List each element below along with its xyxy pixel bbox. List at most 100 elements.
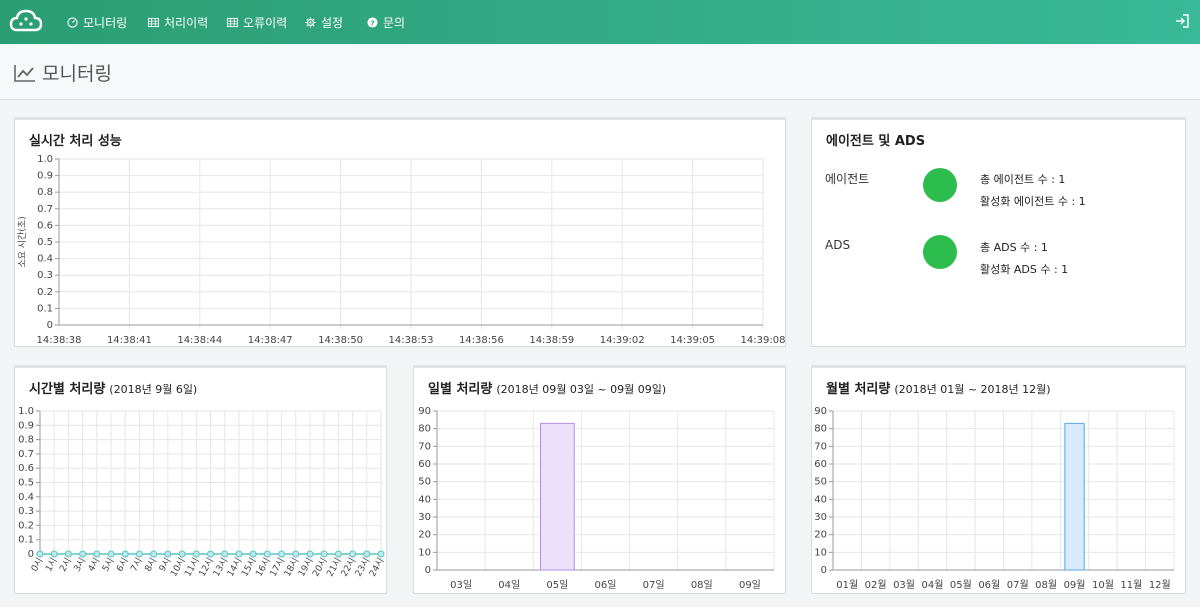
x-tick-label: 06일: [595, 579, 617, 591]
cloud-logo-icon[interactable]: [9, 5, 43, 39]
x-tick-label: 6시: [114, 556, 131, 574]
x-tick-label: 5시: [100, 556, 117, 574]
question-icon: ?: [367, 16, 378, 28]
data-point: [249, 550, 257, 558]
y-tick-label: 0.6: [37, 220, 53, 231]
y-tick-label: 0.2: [37, 287, 53, 298]
x-tick-label: 14:38:41: [107, 335, 152, 346]
daily-panel: 일별 처리량 (2018년 09월 03일 ~ 09월 09일) 0 10 20 30 4…: [413, 365, 786, 594]
agents-title: 에이전트 및 ADS: [826, 134, 926, 149]
y-tick-label: 60: [418, 459, 431, 470]
data-point: [306, 550, 314, 558]
data-point: [263, 550, 271, 558]
y-tick-label: 0: [425, 565, 431, 576]
x-tick-label: 3시: [72, 556, 89, 574]
data-point: [64, 550, 72, 558]
agent-status-indicator: [923, 168, 957, 202]
x-tick-label: 8시: [143, 556, 160, 574]
nav-history-label: 처리이력: [164, 15, 209, 30]
y-tick-label: 0.5: [18, 478, 34, 489]
y-tick-label: 0.1: [18, 535, 34, 546]
realtime-panel: 실시간 처리 성능 0 0.1 0.2 0.3 0.4 0.5 0.6 0.7 0.8 0.9 1.…: [14, 117, 786, 347]
x-tick-label: 04일: [498, 579, 520, 591]
x-tick-label: 14:38:44: [177, 335, 222, 346]
x-tick-label: 03월: [893, 579, 915, 591]
x-tick-label: 01월: [836, 579, 858, 591]
y-tick-label: 0.8: [37, 187, 53, 198]
y-tick-label: 0.9: [37, 171, 53, 182]
y-tick-label: 70: [814, 441, 827, 452]
data-point: [207, 550, 214, 558]
x-tick-label: 05월: [950, 579, 972, 591]
y-tick-label: 0.1: [37, 303, 53, 314]
nav-errors[interactable]: 오류이력: [227, 0, 287, 44]
data-point: [107, 550, 115, 558]
x-tick-label: 24시: [367, 556, 386, 579]
data-point: [93, 550, 101, 558]
x-tick-label: 14:39:05: [670, 335, 715, 346]
x-tick-label: 10월: [1092, 579, 1114, 591]
page-header: [0, 44, 1200, 100]
y-tick-label: 70: [418, 441, 431, 452]
y-tick-label: 90: [418, 406, 431, 417]
y-tick-label: 0.6: [18, 463, 34, 474]
x-tick-label: 14:38:59: [529, 335, 574, 346]
table-icon: [227, 17, 238, 27]
x-tick-label: 11월: [1120, 579, 1142, 591]
bar: [540, 422, 575, 571]
y-tick-label: 40: [418, 494, 431, 505]
nav-monitoring[interactable]: 모니터링: [67, 0, 127, 44]
svg-text:?: ?: [370, 18, 374, 27]
data-point: [50, 550, 58, 558]
data-point: [292, 550, 300, 558]
daily-chart: 0 10 20 30 40 50 60 70 80 90 03일 04일 05일 06일 07일 08일 09일: [418, 406, 775, 591]
y-tick-label: 0.7: [37, 204, 53, 215]
y-tick-label: 50: [418, 477, 431, 488]
y-axis-title: 소요 시간(초): [17, 216, 28, 267]
data-point: [192, 550, 200, 558]
x-tick-label: 09월: [1064, 579, 1086, 591]
ads-row-label: ADS: [825, 238, 851, 252]
sign-out-icon[interactable]: [1174, 13, 1190, 29]
nav-history[interactable]: 처리이력: [148, 0, 208, 44]
realtime-chart: 0 0.1 0.2 0.3 0.4 0.5 0.6 0.7 0.8 0.9 1.0 14:38:38 1…: [17, 154, 785, 346]
hourly-panel: 시간별 처리량 (2018년 9월 6일) 0 0.1 0.2 0.3 0.4 0.5 0.6…: [14, 365, 387, 594]
gear-icon: [305, 16, 316, 28]
y-tick-label: 80: [814, 424, 827, 435]
x-tick-label: 14:38:50: [318, 335, 363, 346]
y-tick-label: 0: [821, 565, 827, 576]
data-point: [178, 550, 186, 558]
y-tick-label: 20: [814, 530, 827, 541]
nav-errors-label: 오류이력: [243, 15, 288, 30]
y-tick-label: 0.8: [18, 435, 34, 446]
nav-inquiry[interactable]: ? 문의: [367, 0, 405, 44]
y-tick-label: 0.7: [18, 449, 34, 460]
top-navbar: 모니터링 처리이력 오류이력 설정 ? 문의: [0, 0, 1200, 44]
x-tick-label: 14:38:38: [37, 335, 82, 346]
x-tick-label: 4시: [86, 556, 103, 574]
agent-row-label: 에이전트: [825, 172, 870, 186]
data-point: [278, 550, 286, 558]
monthly-chart: 0 10 20 30 40 50 60 70 80 90 01월 02월 03월 04월 05월 06월 07월…: [814, 406, 1175, 591]
data-point: [150, 550, 158, 558]
nav-settings-label: 설정: [321, 15, 344, 30]
x-tick-label: 14:38:53: [389, 335, 434, 346]
y-tick-label: 0: [47, 320, 53, 331]
data-point: [235, 550, 243, 558]
y-tick-label: 0.2: [18, 520, 34, 531]
ads-total-count: 총 ADS 수 : 1: [980, 241, 1048, 254]
agent-total-count: 총 에이전트 수 : 1: [980, 173, 1066, 186]
y-tick-label: 0: [28, 549, 34, 560]
y-tick-label: 20: [418, 530, 431, 541]
data-point: [36, 550, 44, 558]
data-point: [79, 550, 87, 558]
ads-status-indicator: [923, 235, 957, 269]
nav-settings[interactable]: 설정: [305, 0, 343, 44]
x-tick-label: 08일: [691, 579, 713, 591]
x-tick-label: 05일: [546, 579, 568, 591]
x-tick-label: 14:38:47: [248, 335, 293, 346]
y-tick-label: 90: [814, 406, 827, 417]
agent-active-count: 활성화 에이전트 수 : 1: [980, 195, 1086, 208]
nav-inquiry-label: 문의: [383, 15, 406, 30]
y-tick-label: 0.4: [18, 492, 34, 503]
